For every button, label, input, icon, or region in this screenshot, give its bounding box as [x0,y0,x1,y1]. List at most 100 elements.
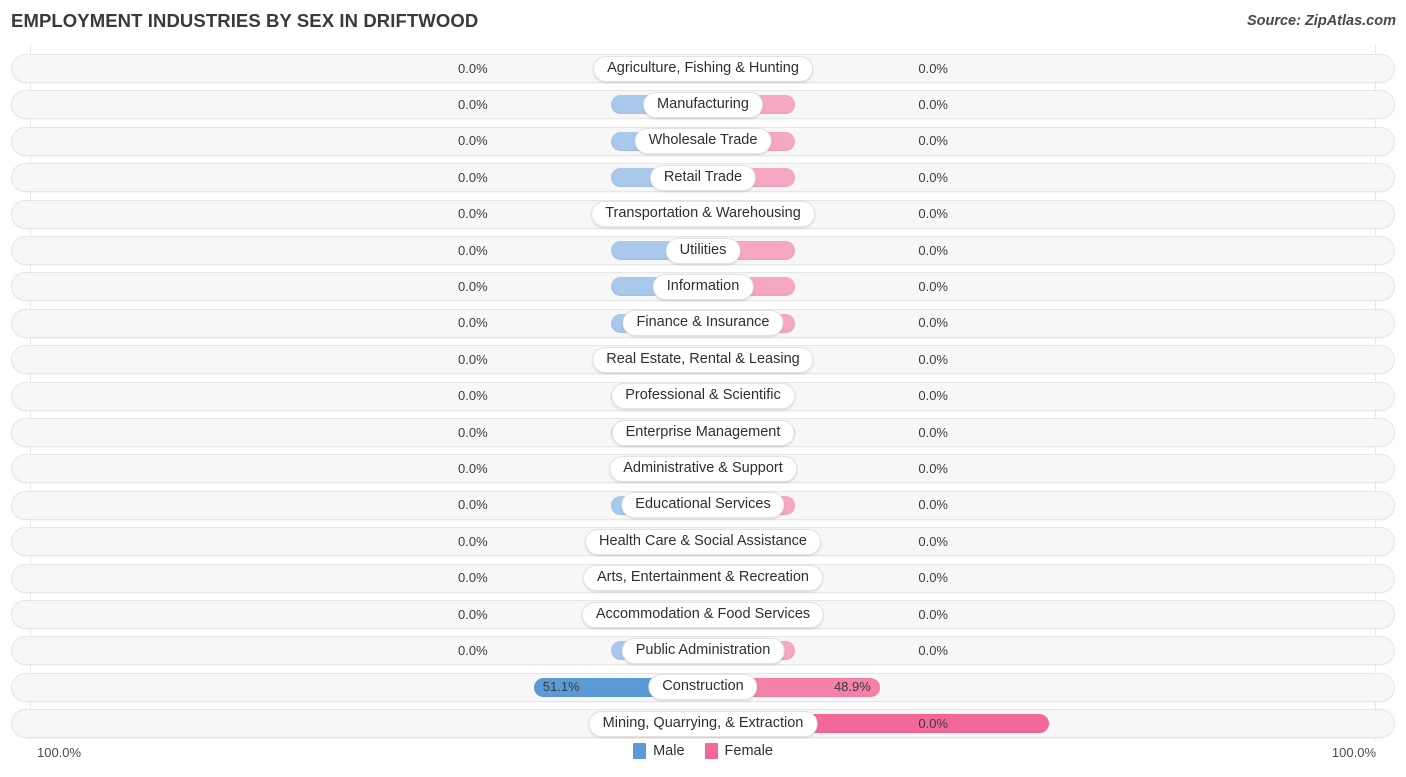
chart-row-inner: 0.0% 0.0% Professional & Scientific [12,383,1394,410]
value-label-female: 0.0% [458,96,488,112]
row-label-pill[interactable]: Health Care & Social Assistance [585,528,821,555]
chart-row[interactable]: 0.0% 0.0% Transportation & Warehousing [11,199,1395,229]
legend-swatch-male-icon [633,743,647,759]
value-label-female: 0.0% [458,606,488,622]
chart-row[interactable]: 0.0% 0.0% Manufacturing [11,90,1395,120]
value-label-female: 0.0% [458,315,488,331]
value-label-male: 0.0% [918,715,948,731]
chart-row[interactable]: 0.0% 0.0% Finance & Insurance [11,308,1395,338]
chart-row[interactable]: 0.0% 0.0% Utilities [11,236,1395,265]
chart-row-inner: 0.0% 0.0% Retail Trade [12,164,1394,191]
source-attribution: Source: ZipAtlas.com [1246,13,1396,29]
legend-item-male[interactable]: Male [633,743,685,759]
chart-row[interactable]: 0.0% 0.0% Real Estate, Rental & Leasing [11,345,1395,375]
chart-row-inner: 0.0% 0.0% Finance & Insurance [12,310,1394,337]
value-label-female: 0.0% [458,533,488,549]
legend-swatch-female-icon [704,743,718,759]
row-label-pill[interactable]: Manufacturing [643,91,763,118]
value-label-male: 0.0% [918,242,948,258]
row-label-pill[interactable]: Utilities [665,237,741,264]
row-label-pill[interactable]: Agriculture, Fishing & Hunting [593,55,813,82]
row-label-pill[interactable]: Professional & Scientific [611,383,795,410]
value-label-female: 0.0% [458,351,488,367]
value-label-male: 0.0% [918,424,948,440]
chart-footer: 100.0% 100.0% Male Female [0,740,1406,777]
row-label-pill[interactable]: Information [652,273,754,300]
chart-row-inner: 0.0% 0.0% Wholesale Trade [12,128,1394,155]
value-label-male: 0.0% [918,642,948,658]
chart-row[interactable]: 0.0% 0.0% Retail Trade [11,163,1395,193]
value-label-male: 0.0% [918,206,948,222]
row-label-pill[interactable]: Enterprise Management [611,419,795,446]
chart-row[interactable]: 0.0% 0.0% Health Care & Social Assistance [11,527,1395,557]
legend-item-female[interactable]: Female [704,743,773,759]
chart-row-inner: 0.0% 0.0% Real Estate, Rental & Leasing [12,346,1394,373]
value-label-female: 0.0% [458,169,488,185]
chart-row[interactable]: 0.0% 0.0% Public Administration [11,636,1395,666]
chart-row[interactable]: 0.0% 0.0% Accommodation & Food Services [11,600,1395,629]
value-label-male: 0.0% [918,96,948,112]
row-label-pill[interactable]: Finance & Insurance [622,310,784,337]
value-label-male: 0.0% [918,533,948,549]
value-label-female: 0.0% [458,206,488,222]
value-label-female: 0.0% [458,60,488,76]
value-label-male: 0.0% [918,60,948,76]
chart-row[interactable]: 48.9% 51.1% Construction [11,672,1395,702]
value-label-female: 0.0% [458,424,488,440]
chart-row-inner: 0.0% 0.0% Administrative & Support [12,455,1394,482]
value-label-female: 51.1% [542,679,580,695]
value-label-female: 0.0% [458,242,488,258]
chart-row[interactable]: 0.0% 0.0% Information [11,272,1395,302]
value-label-male: 0.0% [918,460,948,476]
value-label-female: 0.0% [458,278,488,294]
chart-legend: Male Female [0,743,1406,759]
legend-label-male: Male [653,743,685,759]
row-label-pill[interactable]: Administrative & Support [609,455,797,482]
value-label-male: 0.0% [918,497,948,513]
row-label-pill[interactable]: Public Administration [621,637,785,664]
chart-row-inner: 0.0% 0.0% Enterprise Management [12,419,1394,446]
chart-row[interactable]: 0.0% 0.0% Agriculture, Fishing & Hunting [11,54,1395,83]
chart-row[interactable]: 0.0% 0.0% Administrative & Support [11,454,1395,484]
chart-row-inner: 0.0% 0.0% Manufacturing [12,91,1394,118]
chart-row-inner: 0.0% 0.0% Educational Services [12,492,1394,519]
chart-row[interactable]: 0.0% 0.0% Wholesale Trade [11,126,1395,156]
value-label-female: 0.0% [458,388,488,404]
row-label-pill[interactable]: Arts, Entertainment & Recreation [583,565,823,592]
chart-row[interactable]: 0.0% 0.0% Arts, Entertainment & Recreation [11,563,1395,593]
chart-row-inner: 0.0% 0.0% Information [12,273,1394,300]
row-label-pill[interactable]: Construction [648,674,758,701]
value-label-male: 0.0% [918,133,948,149]
chart-row-inner: 0.0% 0.0% Agriculture, Fishing & Hunting [12,55,1394,82]
legend-label-female: Female [724,743,773,759]
value-label-female: 0.0% [458,642,488,658]
value-label-male: 0.0% [918,351,948,367]
chart-row-inner: 0.0% 0.0% Transportation & Warehousing [12,201,1394,228]
chart-row-inner: 0.0% 0.0% Accommodation & Food Services [12,601,1394,628]
chart-row-inner: 48.9% 51.1% Construction [12,674,1394,701]
value-label-male: 0.0% [918,570,948,586]
chart-row[interactable]: 0.0% 0.0% Educational Services [11,490,1395,520]
chart-row-inner: 0.0% 0.0% Arts, Entertainment & Recreation [12,565,1394,592]
chart-row[interactable]: 0.0% 0.0% Enterprise Management [11,418,1395,447]
row-label-pill[interactable]: Real Estate, Rental & Leasing [592,346,814,373]
row-label-pill[interactable]: Accommodation & Food Services [581,601,825,628]
chart-row-inner: 0.0% 0.0% Public Administration [12,637,1394,664]
row-label-pill[interactable]: Transportation & Warehousing [591,201,815,228]
chart-plot-area: 0.0% 0.0% Agriculture, Fishing & Hunting 0.… [0,44,1406,740]
chart-row[interactable]: 0.0% 0.0% Professional & Scientific [11,381,1395,411]
row-label-pill[interactable]: Educational Services [621,492,785,519]
value-label-male: 0.0% [918,315,948,331]
value-label-female: 0.0% [458,497,488,513]
row-label-pill[interactable]: Retail Trade [649,164,757,191]
value-label-male: 0.0% [918,278,948,294]
chart-row-inner: 0.0%100.0%Mining, Quarrying, & Extractio… [12,710,1394,737]
value-label-male: 0.0% [918,388,948,404]
chart-row-inner: 0.0% 0.0% Health Care & Social Assistance [12,528,1394,555]
chart-row[interactable]: 0.0%100.0%Mining, Quarrying, & Extractio… [11,709,1395,739]
chart-header: EMPLOYMENT INDUSTRIES BY SEX IN DRIFTWOO… [0,0,1406,44]
value-label-female: 0.0% [458,133,488,149]
value-label-male: 0.0% [918,169,948,185]
row-label-pill[interactable]: Wholesale Trade [634,128,772,155]
row-label-pill[interactable]: Mining, Quarrying, & Extraction [588,710,818,737]
